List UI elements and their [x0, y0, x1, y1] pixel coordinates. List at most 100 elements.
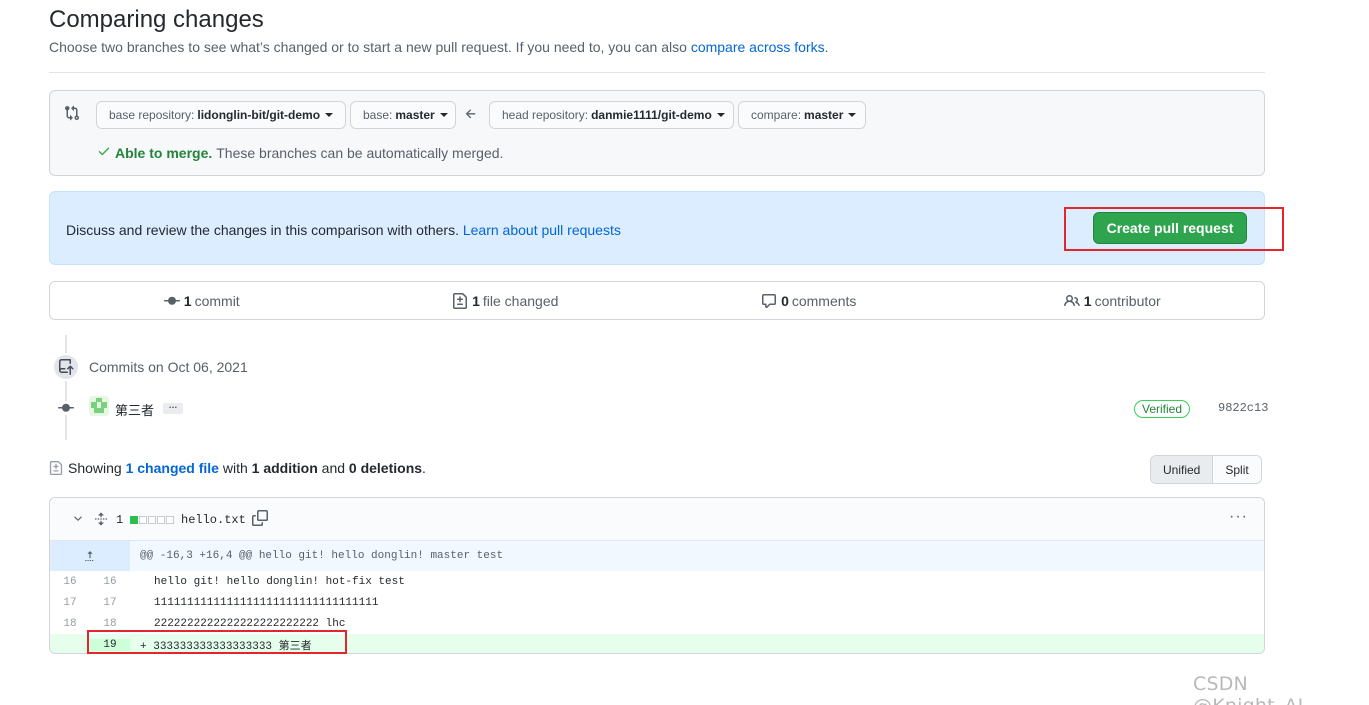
- compare-branch-select[interactable]: compare: master: [738, 101, 866, 129]
- comparison-summary: 1 commit 1 file changed 0 comments 1 contrib…: [49, 281, 1265, 320]
- git-compare-icon: [64, 105, 82, 123]
- old-line-number[interactable]: 17: [50, 597, 90, 609]
- caret-down-icon: [325, 113, 334, 117]
- comments-summary[interactable]: 0 comments: [657, 293, 961, 309]
- divider: [49, 72, 1265, 73]
- showing-text: Showing: [68, 460, 126, 476]
- git-commit-icon: [163, 296, 180, 305]
- head-repository-label: head repository:: [502, 108, 589, 122]
- additions-count: 1 addition: [251, 460, 318, 476]
- avatar[interactable]: [89, 396, 109, 416]
- file-changes-count: 1: [116, 513, 124, 527]
- comment-icon: [762, 293, 777, 308]
- files-changed-summary[interactable]: 1 file changed: [354, 292, 658, 309]
- diffstat-block-added: [130, 516, 138, 524]
- timeline-line: [65, 335, 67, 440]
- compare-branch-label: compare:: [751, 108, 802, 122]
- caret-down-icon: [848, 113, 857, 117]
- page-subtitle: Choose two branches to see what’s change…: [49, 39, 829, 55]
- diffstat-block-neutral: [157, 516, 165, 524]
- caret-down-icon: [716, 113, 725, 117]
- head-repository-value: danmie1111/git-demo: [591, 108, 712, 122]
- new-line-number[interactable]: 17: [90, 597, 130, 609]
- merge-status: Able to merge. These branches can be aut…: [97, 144, 503, 161]
- commits-summary[interactable]: 1 commit: [50, 293, 354, 309]
- old-line-number[interactable]: 18: [50, 618, 90, 630]
- unfold-icon[interactable]: [94, 511, 108, 530]
- old-line-number[interactable]: 16: [50, 576, 90, 588]
- banner-message: Discuss and review the changes in this c…: [66, 222, 621, 238]
- page-title: Comparing changes: [49, 6, 264, 33]
- arrow-left-icon: [464, 107, 478, 124]
- commit-message[interactable]: 第三者: [115, 400, 154, 419]
- contributors-label: contributor: [1094, 292, 1161, 309]
- expand-commit-button[interactable]: …: [163, 401, 183, 414]
- file-diff-icon: [453, 292, 468, 309]
- kebab-horizontal-icon[interactable]: ···: [1229, 508, 1248, 526]
- split-view-button[interactable]: Split: [1213, 456, 1261, 483]
- chevron-down-icon[interactable]: [72, 512, 84, 527]
- base-repository-label: base repository:: [109, 108, 195, 122]
- diffstat-block-neutral: [148, 516, 156, 524]
- diff-summary: Showing 1 changed file with 1 addition a…: [49, 460, 426, 476]
- file-icon: [49, 460, 63, 476]
- hunk-header: @@ -16,3 +16,4 @@ hello git! hello dongl…: [140, 550, 504, 562]
- comments-count: 0: [781, 292, 789, 309]
- verified-badge[interactable]: Verified: [1134, 400, 1191, 418]
- subtitle-suffix: .: [824, 39, 829, 55]
- expand-up-icon[interactable]: [50, 541, 130, 571]
- files-label: file changed: [482, 292, 559, 309]
- check-icon: [97, 144, 111, 161]
- base-branch-label: base:: [363, 108, 393, 122]
- new-line-number[interactable]: 18: [90, 618, 130, 630]
- merge-status-text: These branches can be automatically merg…: [216, 144, 504, 161]
- watermark: CSDN @Knight_AL: [1193, 673, 1308, 705]
- diff-line: 17 17 1111111111111111111111111111111111: [50, 592, 1264, 613]
- with-text: with: [218, 460, 252, 476]
- changed-files-link[interactable]: 1 changed file: [126, 460, 219, 476]
- contributors-count: 1: [1083, 292, 1092, 309]
- base-repository-value: lidonglin-bit/git-demo: [197, 108, 321, 122]
- banner-text: Discuss and review the changes in this c…: [66, 222, 463, 238]
- repo-push-icon: [52, 353, 80, 381]
- commits-date-heading: Commits on Oct 06, 2021: [89, 359, 248, 375]
- subtitle-text: Choose two branches to see what’s change…: [49, 39, 691, 55]
- base-branch-select[interactable]: base: master: [350, 101, 456, 129]
- comments-label: comments: [791, 292, 857, 309]
- commits-count: 1: [183, 292, 192, 309]
- diffstat-block-neutral: [166, 516, 174, 524]
- highlight-box: [87, 630, 347, 654]
- contributors-summary[interactable]: 1 contributor: [961, 293, 1265, 309]
- file-name-link[interactable]: hello.txt: [181, 513, 246, 527]
- diff-view-toggle: Unified Split: [1150, 455, 1262, 484]
- new-line-number[interactable]: 16: [90, 576, 130, 588]
- file-header: 1 hello.txt ···: [50, 498, 1264, 541]
- diff-line: 16 16 hello git! hello donglin! hot-fix …: [50, 571, 1264, 592]
- caret-down-icon: [439, 113, 448, 117]
- base-branch-value: master: [395, 108, 435, 122]
- deletions-count: 0 deletions: [348, 460, 423, 476]
- highlight-box: [1064, 207, 1284, 251]
- compare-across-forks-link[interactable]: compare across forks: [691, 39, 825, 55]
- compare-branch-value: master: [804, 108, 844, 122]
- line-code: 2222222222222222222222222 lhc: [154, 617, 346, 630]
- copy-icon[interactable]: [252, 510, 268, 529]
- merge-ok-label: Able to merge.: [115, 144, 213, 161]
- commits-label: commit: [194, 292, 240, 309]
- range-editor: base repository: lidonglin-bit/git-demo b…: [49, 90, 1265, 176]
- learn-about-pull-requests-link[interactable]: Learn about pull requests: [463, 222, 621, 238]
- files-count: 1: [472, 292, 480, 309]
- period: .: [422, 460, 426, 476]
- hunk-header-row: @@ -16,3 +16,4 @@ hello git! hello dongl…: [50, 541, 1264, 571]
- diffstat: [130, 516, 174, 524]
- git-commit-icon: [58, 401, 74, 415]
- and-text: and: [317, 460, 349, 476]
- line-code: 1111111111111111111111111111111111: [154, 596, 379, 609]
- commit-sha-link[interactable]: 9822c13: [1218, 401, 1268, 415]
- diffstat-block-neutral: [139, 516, 147, 524]
- base-repository-select[interactable]: base repository: lidonglin-bit/git-demo: [96, 101, 346, 129]
- unified-view-button[interactable]: Unified: [1151, 456, 1214, 483]
- head-repository-select[interactable]: head repository: danmie1111/git-demo: [489, 101, 734, 129]
- people-icon: [1063, 294, 1080, 306]
- line-code: hello git! hello donglin! hot-fix test: [154, 575, 405, 588]
